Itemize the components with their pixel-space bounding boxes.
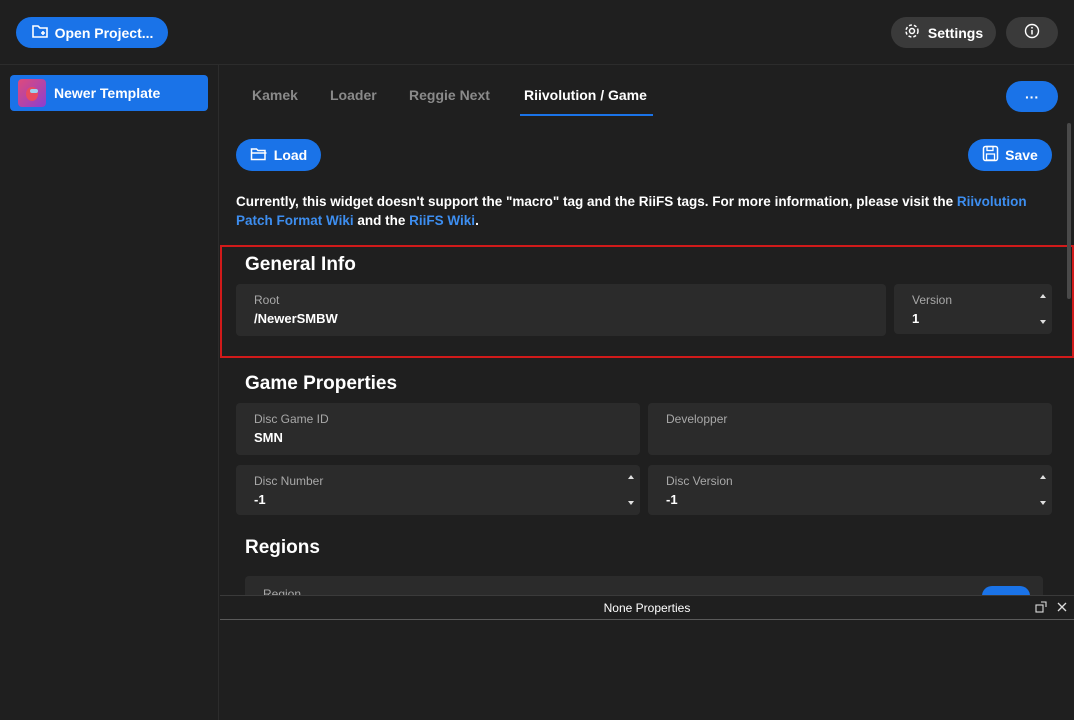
increment-arrow-icon[interactable] [1040,475,1046,479]
undock-icon[interactable] [1035,601,1047,616]
load-label: Load [273,147,308,163]
vertical-scrollbar[interactable] [1067,123,1071,299]
decrement-arrow-icon[interactable] [628,501,634,505]
notice-text-part3: . [475,213,479,228]
region-field[interactable]: Region [245,576,1043,595]
notice-text-part1: Currently, this widget doesn't support t… [236,194,954,209]
sidebar-item-newer-template[interactable]: Newer Template [10,75,208,111]
settings-label: Settings [927,24,984,41]
open-project-label: Open Project... [54,24,154,41]
open-project-button[interactable]: Open Project... [16,17,168,48]
tab-reggie-next[interactable]: Reggie Next [409,87,490,103]
notice-text-part2: and the [353,213,410,228]
regions-title: Regions [245,537,320,558]
general-info-title: General Info [245,254,356,275]
folder-open-icon [250,146,268,165]
tab-kamek[interactable]: Kamek [252,87,298,103]
root-value: /NewerSMBW [254,311,338,326]
properties-panel: None Properties [220,595,1074,720]
floppy-disk-icon [982,145,999,165]
increment-arrow-icon[interactable] [628,475,634,479]
folder-plus-icon [31,22,49,43]
disc-game-id-value: SMN [254,430,283,445]
disc-game-id-field[interactable]: Disc Game ID SMN [236,403,640,455]
developper-field[interactable]: Developper [648,403,1052,455]
disc-game-id-label: Disc Game ID [254,412,329,426]
version-label: Version [912,293,953,307]
region-add-button[interactable] [982,586,1030,595]
sidebar: Newer Template [0,65,219,720]
top-bar: Open Project... Settings [0,0,1074,65]
load-button[interactable]: Load [236,139,321,171]
region-label: Region [263,587,302,595]
properties-panel-title: None Properties [603,600,691,615]
version-value: 1 [912,311,920,326]
tab-riivolution-game[interactable]: Riivolution / Game [524,87,647,103]
increment-arrow-icon[interactable] [1040,294,1046,298]
tab-loader[interactable]: Loader [330,87,377,103]
gear-icon [904,23,920,42]
main-panel: Kamek Loader Reggie Next Riivolution / G… [220,65,1074,595]
properties-panel-header: None Properties [220,596,1074,620]
riifs-wiki-link[interactable]: RiiFS Wiki [409,213,475,228]
tab-bar: Kamek Loader Reggie Next Riivolution / G… [220,65,1074,117]
disc-number-value: -1 [254,492,266,507]
close-icon[interactable] [1056,601,1068,616]
notice-text: Currently, this widget doesn't support t… [236,192,1036,230]
disc-number-label: Disc Number [254,474,324,488]
project-avatar-icon [18,79,46,107]
version-field[interactable]: Version 1 [894,284,1052,334]
root-label: Root [254,293,280,307]
sidebar-item-label: Newer Template [54,85,161,101]
disc-number-field[interactable]: Disc Number -1 [236,465,640,515]
active-tab-indicator [520,114,653,116]
disc-version-label: Disc Version [666,474,733,488]
disc-version-value: -1 [666,492,678,507]
info-icon [1024,23,1040,42]
root-field[interactable]: Root /NewerSMBW [236,284,886,336]
settings-button[interactable]: Settings [891,17,996,48]
more-options-button[interactable]: ··· [1006,81,1058,112]
developper-label: Developper [666,412,728,426]
game-properties-title: Game Properties [245,373,398,394]
save-button[interactable]: Save [968,139,1052,171]
info-button[interactable] [1006,17,1058,48]
decrement-arrow-icon[interactable] [1040,501,1046,505]
save-label: Save [1005,147,1038,163]
disc-version-field[interactable]: Disc Version -1 [648,465,1052,515]
decrement-arrow-icon[interactable] [1040,320,1046,324]
